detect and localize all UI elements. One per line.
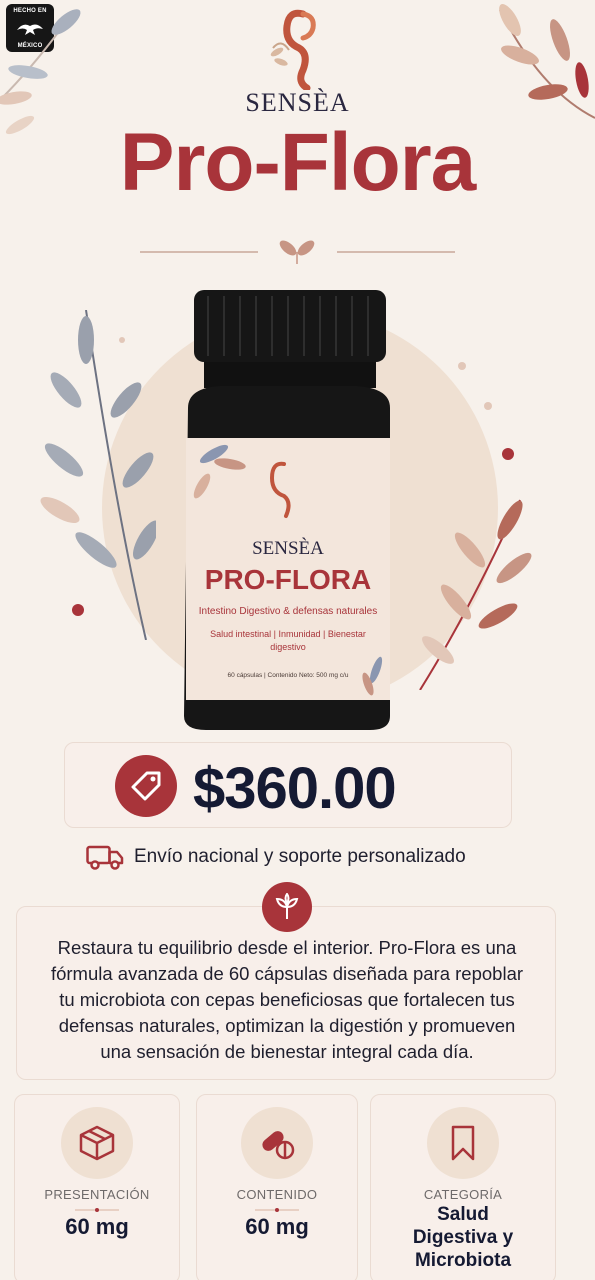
- description-box: Restaura tu equilibrio desde el interior…: [16, 906, 556, 1080]
- spec-card-presentation: PRESENTACIÓN 60 mg: [14, 1094, 180, 1280]
- divider-ornament: [140, 240, 455, 264]
- leaf-sprout-icon: [262, 882, 312, 932]
- shipping-info: Envío nacional y soporte personalizado: [86, 842, 466, 872]
- leaves-decoration-left: [40, 310, 156, 640]
- spec-separator: [255, 1208, 299, 1212]
- capsule-icon: [241, 1107, 313, 1179]
- spec-card-category: CATEGORÍA Salud Digestiva y Microbiota: [370, 1094, 556, 1280]
- spec-value: 60 mg: [245, 1214, 309, 1239]
- spec-value: 60 mg: [65, 1214, 129, 1239]
- bottle-label-subtitle: Intestino Digestivo & defensas naturales: [198, 606, 378, 617]
- brand-name: SENSÈA: [245, 88, 350, 117]
- bottle-label-brand: SENSÈA: [252, 538, 324, 559]
- truck-icon: [86, 845, 124, 870]
- spec-value: Salud Digestiva y Microbiota: [412, 1204, 514, 1271]
- brand-logo-icon: [270, 9, 316, 90]
- leaves-decoration-right: [419, 362, 532, 690]
- price-value: $360.00: [193, 756, 397, 821]
- product-page: HECHO EN MÉXICO SENSÈA Pro-Flora SENSÈA …: [0, 0, 595, 1280]
- spec-separator: [75, 1208, 119, 1212]
- spec-card-content: CONTENIDO 60 mg: [196, 1094, 358, 1280]
- product-bottle: SENSÈA PRO-FLORA Intestino Digestivo & d…: [180, 288, 396, 732]
- box-icon: [61, 1107, 133, 1179]
- spec-label: PRESENTACIÓN: [44, 1187, 150, 1202]
- bookmark-icon: [427, 1107, 499, 1179]
- price-box: $360.00: [64, 742, 512, 828]
- spec-label: CONTENIDO: [236, 1187, 318, 1202]
- description-text: Restaura tu equilibrio desde el interior…: [50, 937, 524, 1062]
- bottle-label-benefits: Salud intestinal | Inmunidad | Bienestar…: [210, 629, 366, 652]
- spec-label: CATEGORÍA: [423, 1187, 503, 1202]
- price-tag-icon: [115, 755, 177, 817]
- bottle-label-title: PRO-FLORA: [204, 564, 372, 595]
- product-title: Pro-Flora: [119, 117, 476, 208]
- shipping-text: Envío nacional y soporte personalizado: [134, 846, 466, 867]
- bottle-label-content: 60 cápsulas | Contenido Neto: 500 mg c/u: [227, 672, 349, 679]
